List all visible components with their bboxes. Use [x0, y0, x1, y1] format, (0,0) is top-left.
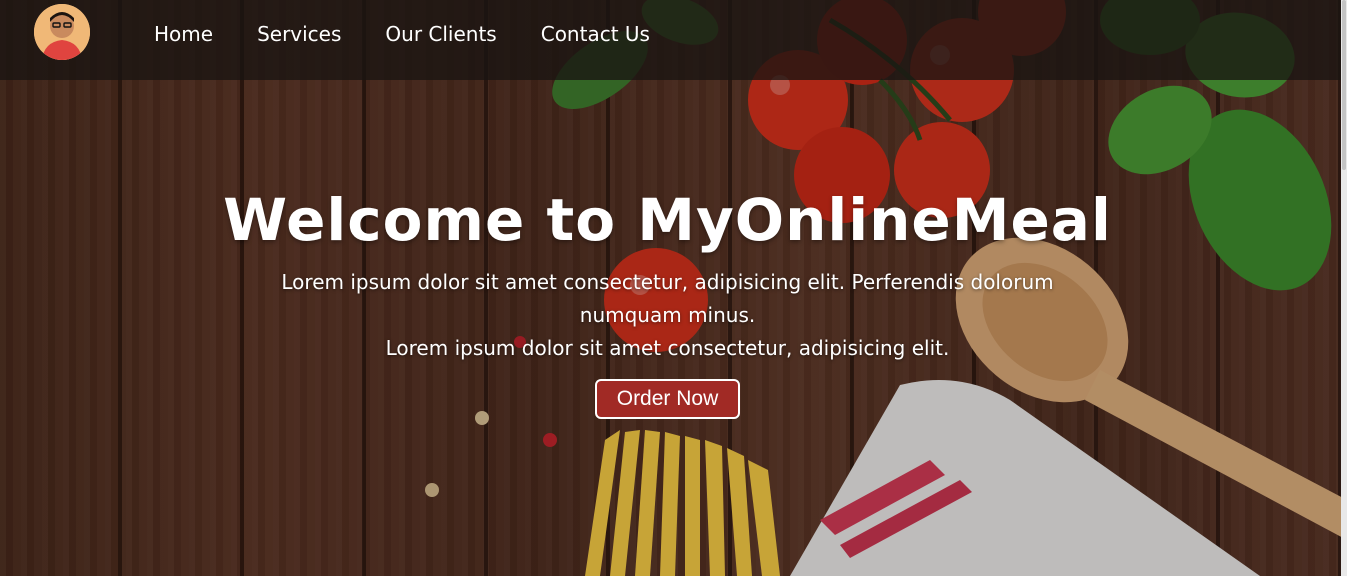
avatar[interactable] [34, 4, 90, 60]
hero-description: Lorem ipsum dolor sit amet consectetur, … [228, 266, 1108, 365]
hero-title: Welcome to MyOnlineMeal [223, 186, 1112, 254]
page-scrollbar[interactable] [1341, 0, 1347, 576]
nav-link-contact-us[interactable]: Contact Us [541, 22, 650, 46]
nav-links: Home Services Our Clients Contact Us [154, 22, 650, 46]
hero-section: Welcome to MyOnlineMeal Lorem ipsum dolo… [200, 180, 1135, 419]
avatar-image [34, 4, 90, 60]
navbar: Home Services Our Clients Contact Us [0, 0, 1341, 80]
hero-description-line-2: Lorem ipsum dolor sit amet consectetur, … [385, 336, 950, 360]
nav-link-services[interactable]: Services [257, 22, 341, 46]
nav-link-home[interactable]: Home [154, 22, 213, 46]
page: Home Services Our Clients Contact Us Wel… [0, 0, 1347, 576]
nav-link-our-clients[interactable]: Our Clients [385, 22, 496, 46]
order-now-button[interactable]: Order Now [594, 379, 741, 419]
scrollbar-thumb[interactable] [1342, 0, 1346, 170]
hero-description-line-1: Lorem ipsum dolor sit amet consectetur, … [281, 270, 1054, 327]
